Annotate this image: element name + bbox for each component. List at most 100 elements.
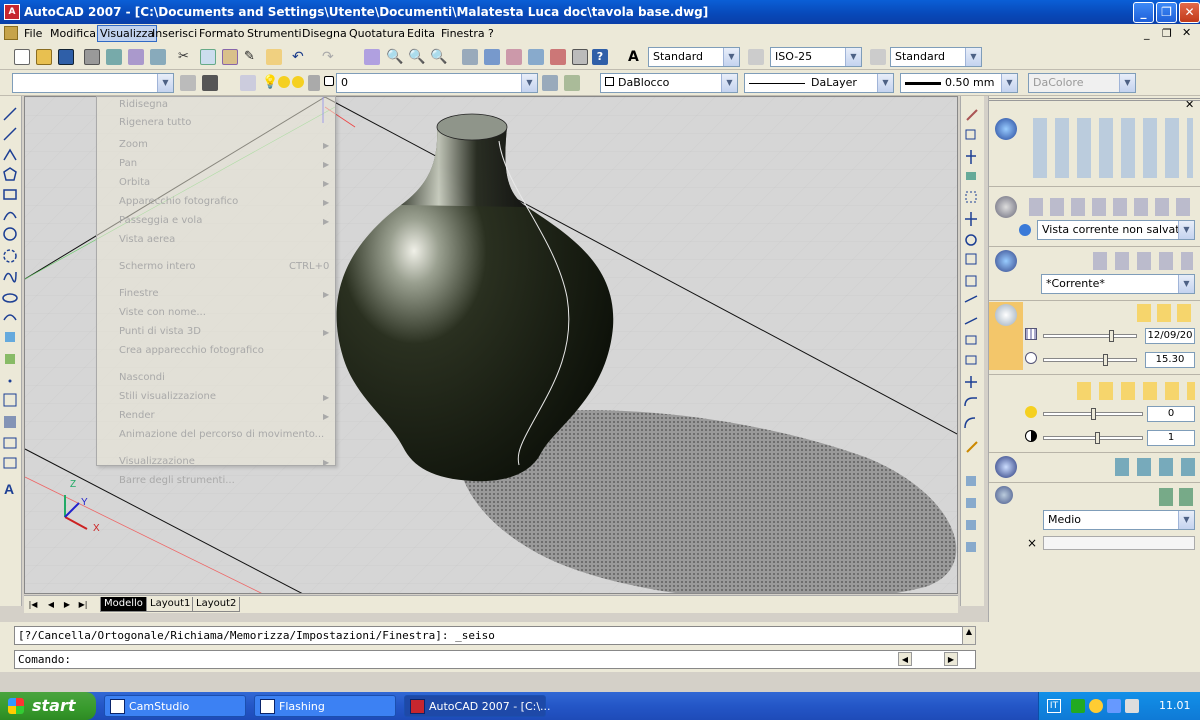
visual-style-tools[interactable] [1093,252,1193,270]
visualizza-menu-item[interactable]: Crea apparecchio fotografico [119,345,264,356]
visualizza-menu-item[interactable]: Ridisegna [119,99,168,110]
layer-previous-icon[interactable] [564,75,580,91]
zoom-window-icon[interactable]: 🔍 [408,49,425,65]
3d-make-panel-icon[interactable] [995,118,1017,140]
dashboard-close-icon[interactable]: ✕ [1185,98,1194,111]
move-tool-icon[interactable] [965,212,977,226]
cmd-scroll-left-icon[interactable]: ◀ [898,652,912,666]
insert-block-icon[interactable] [5,332,15,342]
visual-style-select[interactable]: *Corrente* ▼ [1041,274,1195,294]
stretch-tool-icon[interactable] [965,275,977,287]
properties-icon[interactable] [462,49,478,65]
mtext-tool-icon[interactable]: A [4,481,14,497]
table-style-select[interactable]: Standard ▼ [890,47,982,67]
paste-icon[interactable] [222,49,238,65]
make-current-layer-icon[interactable] [542,75,558,91]
tab-layout1[interactable]: Layout1 [146,597,195,612]
visualizza-menu-item[interactable]: Viste con nome... [119,307,206,318]
region-tool-icon[interactable] [3,437,17,449]
visualizza-menu-item[interactable]: Stili visualizzazione [119,391,216,402]
3d-navigate-panel-icon[interactable] [995,196,1017,218]
block-editor-icon[interactable] [266,49,282,65]
extend-tool-icon[interactable] [964,317,978,325]
menu-formato[interactable]: Formato [199,27,245,40]
cmd-scroll-up-icon[interactable]: ▲ [962,626,976,645]
draworder-above-icon[interactable] [966,520,976,530]
task-autocad[interactable]: AutoCAD 2007 - [C:\... [404,695,551,717]
visual-styles-panel-icon[interactable] [995,250,1017,272]
gradient-tool-icon[interactable] [4,416,16,428]
view-select[interactable]: Vista corrente non salvata ▼ [1037,220,1195,240]
date-slider[interactable] [1043,334,1137,338]
cmd-scroll-right-icon[interactable]: ▶ [944,652,958,666]
spline-tool-icon[interactable] [3,271,17,283]
join-tool-icon[interactable] [965,376,977,388]
time-value[interactable]: 15.30 [1145,352,1195,368]
render-panel-icon[interactable] [995,486,1013,504]
layer-select[interactable]: 0 ▼ [336,73,538,93]
first-tab-button[interactable]: |◀ [26,598,40,611]
light-tools[interactable] [1077,382,1195,400]
visualizza-menu-item[interactable]: Visualizzazione [119,456,195,467]
sun-panel-icon[interactable] [995,304,1017,326]
copy-tool-icon[interactable] [965,129,976,140]
visualizza-menu-item[interactable]: Punti di vista 3D [119,326,201,337]
render-quality-select[interactable]: Medio ▼ [1043,510,1195,530]
menu-file[interactable]: File [24,27,42,40]
menu-strumenti[interactable]: Strumenti [247,27,302,40]
calculator-icon[interactable] [572,49,588,65]
3d-dwf-icon[interactable] [150,49,166,65]
save-icon[interactable] [58,49,74,65]
arc-tool-icon[interactable] [3,211,17,221]
make-block-icon[interactable] [5,354,15,364]
menu-modifica[interactable]: Modifica [50,27,96,40]
publish-icon[interactable] [128,49,144,65]
3d-navigate-tools[interactable] [1029,198,1195,216]
task-flashing[interactable]: Flashing [254,695,396,717]
start-button[interactable]: start [0,692,96,720]
explode-tool-icon[interactable] [966,441,978,453]
visualizza-menu-item[interactable]: Orbita [119,177,150,188]
markup-icon[interactable] [550,49,566,65]
visualizza-menu-item[interactable]: Schermo intero [119,261,196,272]
tab-modello[interactable]: Modello [100,597,147,612]
color-select[interactable]: DaBlocco ▼ [600,73,738,93]
ellipse-arc-icon[interactable] [3,314,17,321]
doc-minimize-button[interactable]: _ [1144,27,1150,40]
minimize-button[interactable]: _ [1133,2,1154,23]
cut-icon[interactable]: ✂ [178,49,194,65]
close-button[interactable]: ✕ [1179,2,1200,23]
visualizza-menu-item[interactable]: Rigenera tutto [119,117,191,128]
light-contrast-slider[interactable] [1043,436,1143,440]
date-slider-thumb[interactable] [1109,330,1114,342]
visualizza-menu-item[interactable]: Zoom [119,139,148,150]
ellipse-tool-icon[interactable] [2,293,18,303]
workspace-save-icon[interactable] [202,75,218,91]
layer-freeze-vp-icon[interactable] [292,76,304,88]
security-icon[interactable] [1089,699,1103,713]
tab-layout2[interactable]: Layout2 [192,597,241,612]
visualizza-menu-item[interactable]: Finestre [119,288,158,299]
text-style-icon[interactable]: A [628,49,644,65]
mirror-tool-icon[interactable] [966,150,976,164]
tool-palettes-icon[interactable] [506,49,522,65]
undo-icon[interactable]: ↶ [292,49,308,65]
draworder-under-icon[interactable] [966,542,976,552]
document-icon[interactable] [4,26,18,40]
menu-edita[interactable]: Edita [407,27,435,40]
offset-tool-icon[interactable] [966,172,976,180]
prev-tab-button[interactable]: ◀ [44,598,58,611]
layer-color-icon[interactable] [324,76,334,86]
light-contrast-thumb[interactable] [1095,432,1100,444]
time-slider-thumb[interactable] [1103,354,1108,366]
3d-make-tools[interactable] [1033,118,1193,178]
match-properties-icon[interactable]: ✎ [244,49,260,65]
visualizza-menu-item[interactable]: Passeggia e vola [119,215,202,226]
menu-inserisci[interactable]: Inserisci [152,27,197,40]
dim-style-icon[interactable] [748,49,764,65]
doc-restore-button[interactable]: ❐ [1162,27,1172,40]
new-file-icon[interactable] [14,49,30,65]
visualizza-menu-item[interactable]: Render [119,410,155,421]
visualizza-menu-item[interactable]: Pan [119,158,137,169]
print-preview-icon[interactable] [106,49,122,65]
